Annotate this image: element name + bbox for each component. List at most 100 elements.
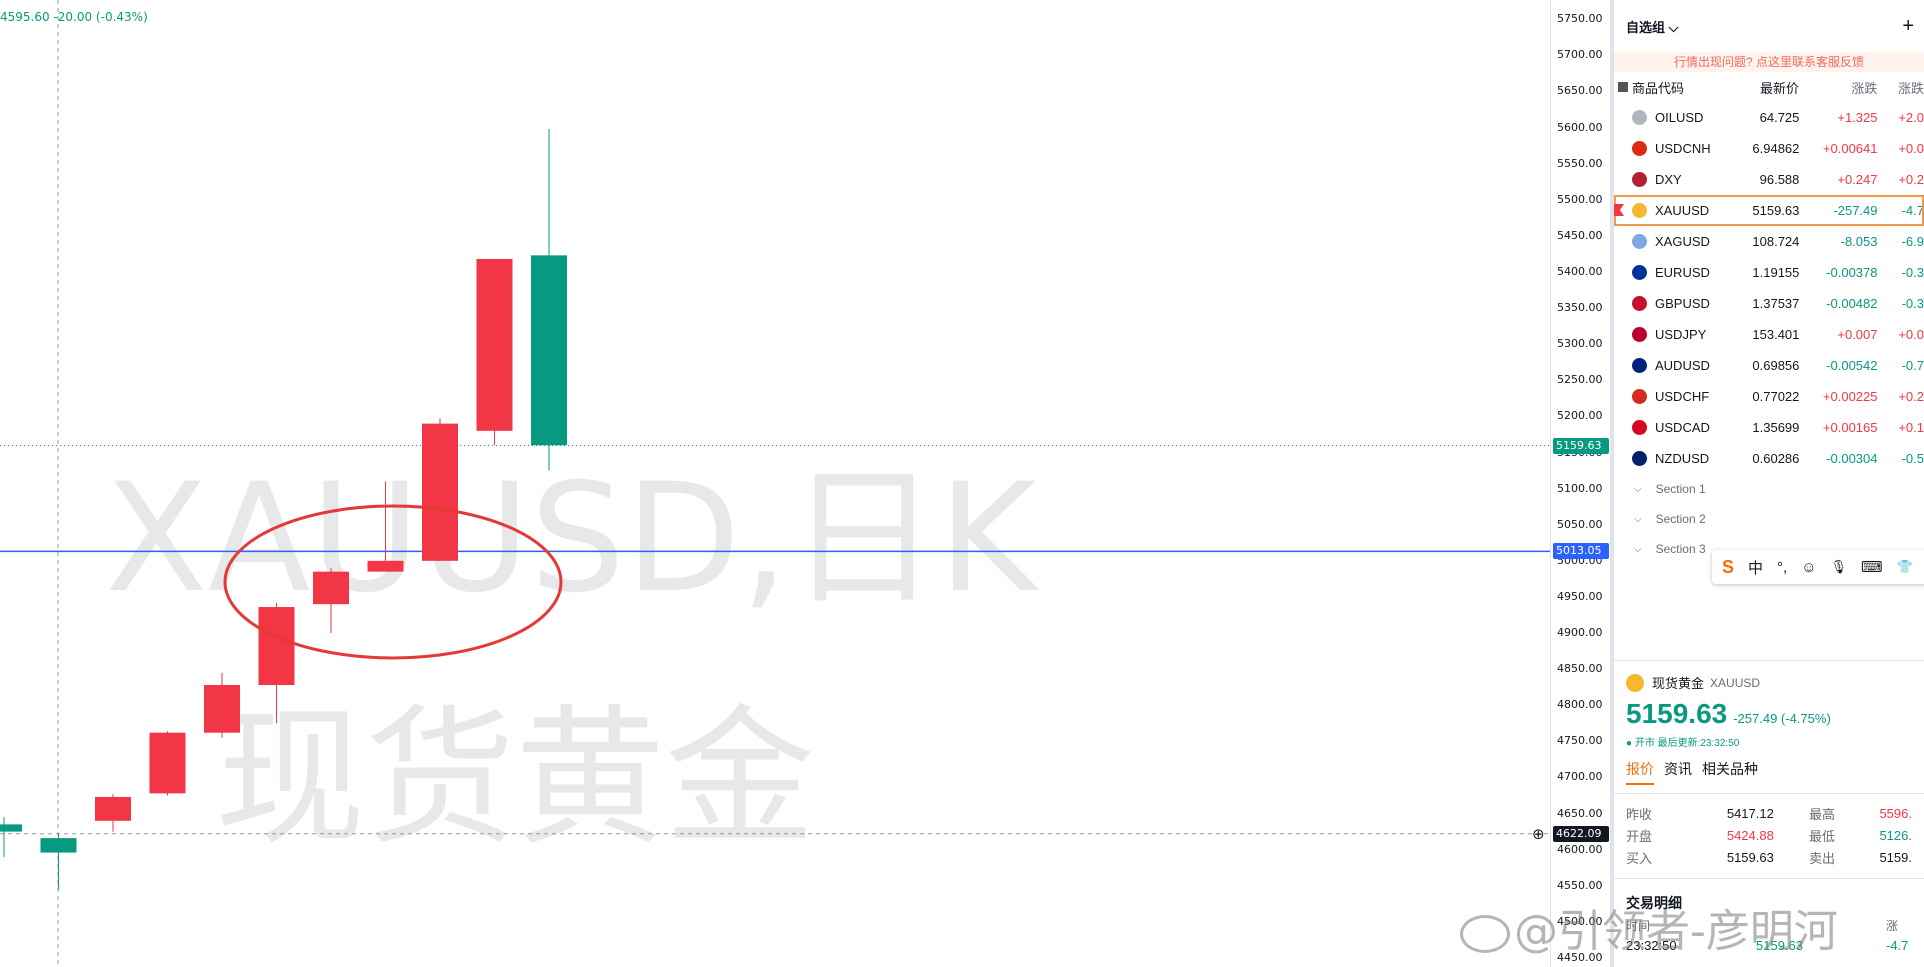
sogou-logo-icon[interactable]: S — [1722, 557, 1734, 578]
price-tick: 4950.00 — [1557, 589, 1603, 603]
watchlist-row[interactable]: XAUUSD 5159.63 -257.49 -4.7 — [1614, 195, 1924, 226]
row-last: 153.401 — [1752, 327, 1800, 342]
watchlist-row[interactable]: USDCAD 1.35699 +0.00165 +0.1 — [1614, 412, 1924, 443]
ime-lang-toggle[interactable]: 中 — [1748, 557, 1763, 578]
row-change: -0.00482 — [1826, 296, 1878, 311]
stat-value: 5159. — [1879, 849, 1912, 865]
candle-body — [149, 732, 186, 794]
stat-key: 最高 — [1809, 806, 1836, 822]
price-tick: 5250.00 — [1557, 373, 1603, 387]
crosshair-price-tag: 4622.09 — [1553, 825, 1609, 842]
ime-skin-icon[interactable]: 👕 — [1897, 559, 1913, 575]
price-tick: 5700.00 — [1557, 48, 1603, 62]
watchlist-row[interactable]: AUDUSD 0.69856 -0.00542 -0.7 — [1614, 350, 1924, 381]
stat-value: 5159.63 — [1726, 849, 1774, 865]
watchlist-row[interactable]: USDCNH 6.94862 +0.00641 +0.0 — [1614, 133, 1924, 164]
row-change: +0.007 — [1837, 327, 1878, 342]
ime-punct-icon[interactable]: °, — [1777, 559, 1787, 576]
stat-value: 5424.88 — [1726, 827, 1774, 843]
price-tick: 5550.00 — [1557, 156, 1603, 170]
market-status: ● 开市 最后更新:23:32:50 — [1626, 738, 1740, 749]
candlestick-chart[interactable]: XAUUSD,日K 现货黄金 — [0, 0, 1550, 967]
row-change: -0.00378 — [1826, 265, 1878, 280]
row-last: 1.19155 — [1752, 265, 1800, 280]
row-pct: -0.3 — [1901, 296, 1924, 311]
watchlist-row[interactable]: XAGUSD 108.724 -8.053 -6.9 — [1614, 226, 1924, 257]
stat-key: 卖出 — [1809, 850, 1836, 866]
watchlist-columns: 商品代码 最新价 涨跌 涨跌 — [1614, 72, 1924, 102]
row-symbol: USDJPY — [1655, 327, 1707, 342]
symbol-flag-icon — [1632, 172, 1647, 187]
row-symbol: DXY — [1655, 172, 1682, 187]
row-change: -257.49 — [1833, 203, 1878, 218]
watchlist-rows: OILUSD 64.725 +1.325 +2.0 USDCNH 6.94862 +0.00… — [1614, 102, 1924, 474]
col-header-change[interactable]: 涨跌 — [1799, 78, 1877, 97]
symbol-flag-icon — [1632, 203, 1647, 218]
watchlist-row[interactable]: USDCHF 0.77022 +0.00225 +0.2 — [1614, 381, 1924, 412]
col-header-last[interactable]: 最新价 — [1724, 78, 1799, 97]
ime-keyboard-icon[interactable]: ⌨ — [1861, 558, 1883, 576]
price-tick: 4650.00 — [1557, 806, 1603, 820]
trade-pct: -4.7 — [1886, 938, 1909, 953]
weibo-logo-icon — [1460, 915, 1510, 953]
row-pct: +0.2 — [1898, 172, 1924, 187]
row-pct: -6.9 — [1901, 234, 1924, 249]
watchlist-group-dropdown[interactable]: 自选组 ⌵ — [1626, 17, 1678, 36]
row-symbol: EURUSD — [1655, 265, 1710, 280]
row-last: 64.725 — [1759, 110, 1800, 125]
row-symbol: XAGUSD — [1655, 234, 1710, 249]
watchlist-row[interactable]: OILUSD 64.725 +1.325 +2.0 — [1614, 102, 1924, 133]
add-symbol-button[interactable]: + — [1902, 15, 1914, 38]
price-tick: 4550.00 — [1557, 878, 1603, 892]
symbol-flag-icon — [1632, 327, 1647, 342]
price-scale[interactable]: 5750.00 5700.00 5650.00 5600.00 5550.00 5500.… — [1550, 0, 1610, 967]
watchlist-section[interactable]: ⌵ Section 2 — [1614, 504, 1924, 534]
col-header-pct[interactable]: 涨跌 — [1877, 78, 1924, 97]
ohlc-readout: 4595.60 -20.00 (-0.43%) — [0, 10, 148, 24]
row-pct: +2.0 — [1898, 110, 1924, 125]
candle-body — [313, 571, 349, 605]
ime-toolbar: S 中 °, ☺ 🎙 ⌨ 👕 — [1712, 550, 1924, 584]
candle-body — [95, 796, 131, 821]
symbol-watermark: XAUUSD,日K — [105, 452, 1040, 626]
ime-mic-icon[interactable]: 🎙 — [1831, 559, 1848, 575]
row-change: -8.053 — [1840, 234, 1878, 249]
chevron-down-icon: ⌵ — [1665, 19, 1679, 35]
stat-row: 买入 5159.63 卖出 5159. — [1626, 846, 1912, 868]
row-last: 1.35699 — [1752, 420, 1800, 435]
stat-value: 5126. — [1879, 827, 1912, 843]
chevron-down-icon: ⌵ — [1634, 483, 1642, 495]
watchlist-row[interactable]: USDJPY 153.401 +0.007 +0.0 — [1614, 319, 1924, 350]
detail-tab[interactable]: 资讯 — [1664, 759, 1692, 785]
feedback-notice[interactable]: 行情出现问题? 点这里联系客服反馈 — [1614, 52, 1924, 72]
stat-value: 5596. — [1879, 805, 1912, 821]
symbol-flag-icon — [1632, 234, 1647, 249]
add-alert-icon[interactable]: ⊕ — [1532, 825, 1545, 843]
row-change: +0.00225 — [1822, 389, 1878, 404]
row-change: +0.00641 — [1822, 141, 1878, 156]
stat-key: 最低 — [1809, 828, 1836, 844]
price-tick: 5500.00 — [1557, 192, 1603, 206]
row-symbol: USDCNH — [1655, 141, 1711, 156]
watchlist-row[interactable]: DXY 96.588 +0.247 +0.2 — [1614, 164, 1924, 195]
watchlist-section[interactable]: ⌵ Section 1 — [1614, 474, 1924, 504]
watchlist-row[interactable]: NZDUSD 0.60286 -0.00304 -0.5 — [1614, 443, 1924, 474]
col-header-symbol[interactable]: 商品代码 — [1632, 78, 1684, 97]
right-panel: 自选组 ⌵ + 行情出现问题? 点这里联系客服反馈 商品代码 最新价 涨跌 涨跌… — [1614, 0, 1924, 967]
price-tick: 5050.00 — [1557, 517, 1603, 531]
stat-row: 开盘 5424.88 最低 5126. — [1626, 824, 1912, 846]
watchlist-row[interactable]: GBPUSD 1.37537 -0.00482 -0.3 — [1614, 288, 1924, 319]
detail-tab[interactable]: 相关品种 — [1702, 759, 1758, 785]
symbol-flag-icon — [1632, 265, 1647, 280]
candle-body — [40, 838, 77, 853]
watchlist-row[interactable]: EURUSD 1.19155 -0.00378 -0.3 — [1614, 257, 1924, 288]
detail-tab[interactable]: 报价 — [1626, 759, 1654, 785]
detail-symbol: XAUUSD — [1710, 675, 1761, 690]
price-tick: 5750.00 — [1557, 12, 1603, 26]
chart-area[interactable]: XAUUSD,日K 现货黄金 4595.60 -20.00 (-0.43%) ⊕ — [0, 0, 1550, 967]
row-pct: -4.7 — [1901, 203, 1924, 218]
row-pct: +0.0 — [1898, 327, 1924, 342]
trades-col-pct: 涨 — [1886, 919, 1899, 933]
price-tick: 4900.00 — [1557, 626, 1603, 640]
ime-emoji-icon[interactable]: ☺ — [1801, 559, 1816, 576]
